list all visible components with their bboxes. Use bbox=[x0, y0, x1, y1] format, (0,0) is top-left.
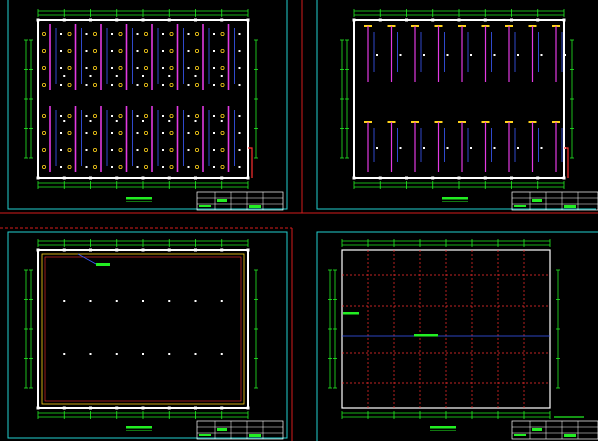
drawing-title-bar bbox=[126, 197, 152, 200]
drawing-title-bar bbox=[126, 426, 152, 429]
drawing-title-bar bbox=[430, 426, 456, 429]
drawing-title-bar bbox=[442, 197, 468, 200]
cad-drawing-canvas[interactable] bbox=[0, 0, 598, 441]
